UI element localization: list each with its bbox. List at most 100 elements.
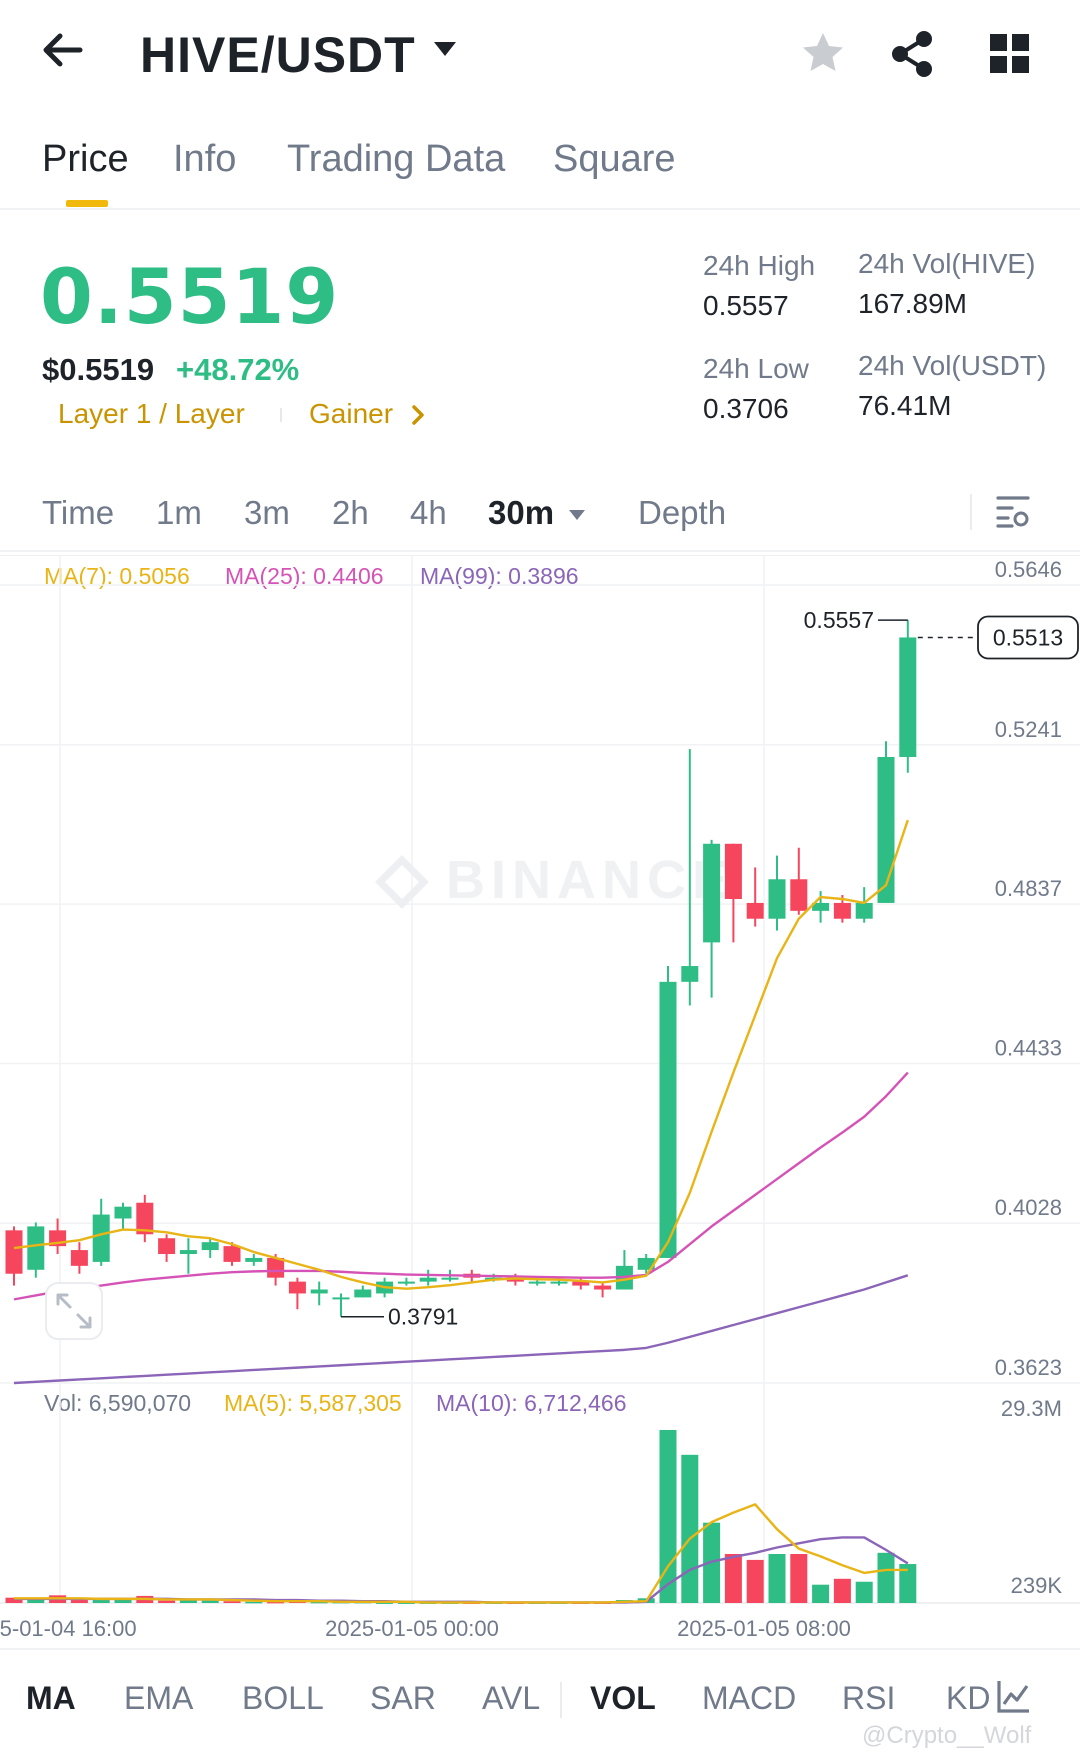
price-axis-label: 0.5241 <box>995 717 1062 742</box>
binance-logo-icon <box>375 855 429 909</box>
vol-quote-value: 76.41M <box>858 390 952 421</box>
grid-menu-icon[interactable] <box>990 34 1030 79</box>
candle-body <box>441 1277 459 1280</box>
time-axis-label: 2025-01-05 08:00 <box>677 1616 851 1641</box>
indicator-settings-icon[interactable] <box>996 1678 1032 1719</box>
volume-bar <box>681 1454 699 1603</box>
candle-body <box>855 902 873 919</box>
indicator-sar[interactable]: SAR <box>370 1680 436 1717</box>
back-arrow-icon[interactable] <box>40 28 100 84</box>
interval-1m[interactable]: 1m <box>156 494 202 532</box>
page-tabs: Price Info Trading Data Square <box>0 130 1080 210</box>
candle-body <box>550 1281 568 1284</box>
vol-base-label: 24h Vol(HIVE) <box>858 248 1036 279</box>
price-usd: $0.5519 <box>42 352 155 387</box>
high-marker-label: 0.5557 <box>804 607 874 633</box>
interval-depth[interactable]: Depth <box>638 494 726 532</box>
candle-body <box>201 1242 219 1251</box>
price-axis-label: 0.4433 <box>995 1035 1062 1060</box>
candle-body <box>790 879 808 911</box>
candle-body <box>223 1246 241 1262</box>
candle-body <box>288 1281 306 1294</box>
indicator-ma[interactable]: MA <box>26 1680 76 1717</box>
candle-body <box>899 637 917 757</box>
high-label: 24h High <box>703 250 816 281</box>
volume-bar <box>855 1581 873 1603</box>
interval-2h[interactable]: 2h <box>332 494 369 532</box>
price-axis-label: 0.5646 <box>995 557 1062 582</box>
indicator-avl[interactable]: AVL <box>482 1680 540 1717</box>
low-marker-label: 0.3791 <box>388 1304 458 1330</box>
chart-watermark: BINANCE <box>446 850 734 910</box>
indicator-ema[interactable]: EMA <box>124 1680 193 1717</box>
category-tag[interactable]: Layer 1 / Layer <box>58 398 245 430</box>
indicator-rsi[interactable]: RSI <box>842 1680 895 1717</box>
tab-price[interactable]: Price <box>42 138 129 181</box>
candle-body <box>528 1281 546 1284</box>
current-price-label: 0.5513 <box>993 624 1063 650</box>
tab-info[interactable]: Info <box>173 138 236 181</box>
candle-body <box>594 1285 612 1290</box>
volume-bar <box>746 1559 764 1603</box>
ma99-line <box>13 1274 909 1385</box>
volume-bar <box>201 1600 219 1603</box>
last-price: 0.5519 <box>40 252 340 341</box>
candle-body <box>310 1289 328 1294</box>
price-axis-label: 0.4837 <box>995 876 1062 901</box>
interval-4h[interactable]: 4h <box>410 494 447 532</box>
interval-30m[interactable]: 30m <box>488 494 554 532</box>
volume-bar <box>812 1584 830 1603</box>
pair-dropdown-icon[interactable] <box>432 40 458 63</box>
volume-bar <box>245 1601 263 1604</box>
indicator-boll[interactable]: BOLL <box>242 1680 324 1717</box>
volume-axis-label: 29.3M <box>1001 1396 1062 1421</box>
volume-bar <box>92 1600 110 1603</box>
low-value: 0.3706 <box>703 393 789 424</box>
chevron-right-icon[interactable] <box>410 404 426 431</box>
volume-bar <box>768 1553 786 1603</box>
candle-body <box>746 902 764 919</box>
candle-body <box>833 902 851 919</box>
candle-body <box>5 1230 23 1274</box>
candle-body <box>768 879 786 919</box>
candlestick-chart[interactable]: 0.5646 0.5241 0.4837 0.4433 0.4028 0.3623 29.3… <box>0 555 1080 1648</box>
share-icon[interactable] <box>890 30 934 83</box>
tab-square[interactable]: Square <box>553 138 676 181</box>
candle-body <box>158 1238 176 1255</box>
volume-bar <box>877 1552 895 1603</box>
candle-body <box>659 981 677 1258</box>
top-bar: HIVE/USDT <box>0 0 1080 110</box>
volume-bar <box>833 1578 851 1603</box>
volume-bar <box>70 1600 88 1603</box>
indicator-macd[interactable]: MACD <box>702 1680 796 1717</box>
low-label: 24h Low <box>703 353 809 384</box>
indicator-vol[interactable]: VOL <box>590 1680 656 1717</box>
candle-body <box>114 1206 132 1219</box>
pair-title[interactable]: HIVE/USDT <box>140 26 416 84</box>
indicator-divider <box>560 1682 562 1718</box>
candle-body <box>332 1297 350 1300</box>
candle-body <box>70 1250 88 1266</box>
volume-bar <box>790 1553 808 1603</box>
interval-divider <box>970 494 972 530</box>
chart-settings-icon[interactable] <box>994 492 1034 537</box>
volume-bar <box>724 1553 742 1603</box>
interval-3m[interactable]: 3m <box>244 494 290 532</box>
candle-body <box>267 1257 285 1278</box>
interval-dropdown-icon[interactable] <box>568 508 586 526</box>
candle-body <box>703 843 721 943</box>
interval-bar: Time 1m 3m 2h 4h 30m Depth <box>0 480 1080 552</box>
price-change: +48.72% <box>176 352 300 387</box>
favorite-star-icon[interactable] <box>800 30 846 81</box>
active-tab-indicator <box>66 200 108 207</box>
price-axis-label: 0.3623 <box>995 1355 1062 1380</box>
tab-trading-data[interactable]: Trading Data <box>287 138 505 181</box>
indicator-kd[interactable]: KD <box>946 1680 990 1717</box>
vol-base-value: 167.89M <box>858 288 967 319</box>
interval-time[interactable]: Time <box>42 494 114 532</box>
volume-axis-label: 239K <box>1011 1573 1063 1598</box>
vol-quote-label: 24h Vol(USDT) <box>858 350 1047 381</box>
candle-body <box>179 1250 197 1255</box>
candle-body <box>92 1214 110 1262</box>
gainer-tag[interactable]: Gainer <box>309 398 393 430</box>
